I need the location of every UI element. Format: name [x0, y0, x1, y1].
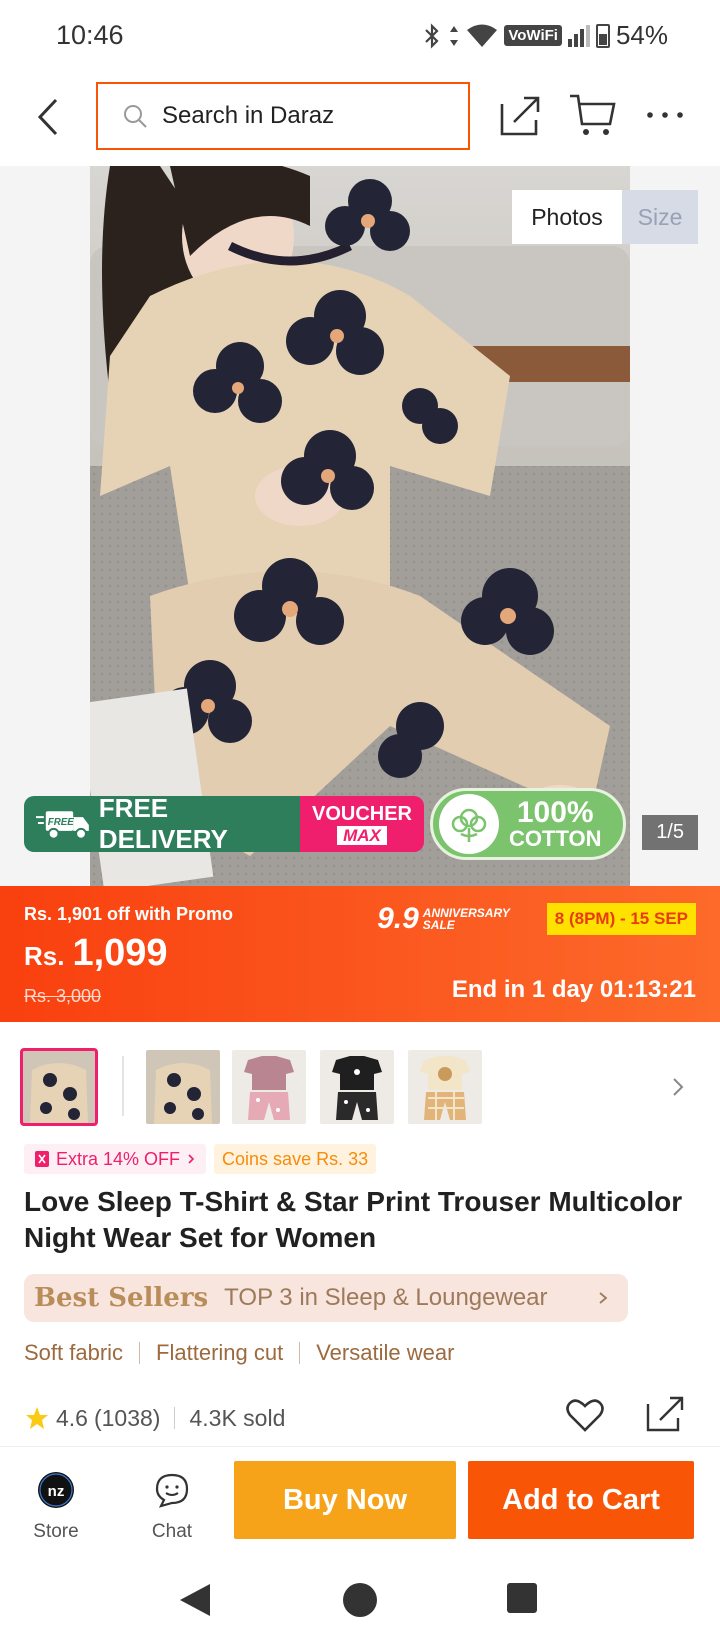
more-options-icon[interactable]: [640, 90, 690, 140]
sold-count: 4.3K sold: [189, 1404, 286, 1431]
bluetooth-icon: [425, 22, 439, 49]
system-back-icon[interactable]: [178, 1582, 212, 1618]
offer-badges: Extra 14% OFF Coins save Rs. 33: [24, 1144, 377, 1174]
bottom-action-bar: nz Store Chat Buy Now Add to Cart: [0, 1446, 720, 1562]
best-sellers-banner[interactable]: Best Sellers TOP 3 in Sleep & Loungewear: [24, 1274, 628, 1322]
store-label: Store: [33, 1521, 79, 1542]
share-icon[interactable]: [496, 90, 546, 140]
sale-number: 9.9: [377, 902, 419, 935]
buy-now-button[interactable]: Buy Now: [234, 1461, 456, 1539]
share-icon[interactable]: [644, 1392, 686, 1434]
original-price: Rs. 3,000: [24, 986, 102, 1006]
feature-tags: Soft fabric Flattering cut Versatile wea…: [24, 1340, 454, 1366]
free-tag: FREE: [48, 817, 75, 828]
store-button[interactable]: nz Store: [16, 1471, 96, 1543]
feature-tag: Soft fabric: [24, 1340, 124, 1365]
sale-dates: 8 (8PM) - 15 SEP: [546, 903, 696, 935]
system-home-icon[interactable]: [342, 1582, 378, 1618]
product-title: Love Sleep T-Shirt & Star Print Trouser …: [24, 1186, 683, 1253]
back-arrow-icon[interactable]: [28, 92, 68, 142]
extra-off-label: Extra 14% OFF: [56, 1148, 181, 1169]
promo-discount-text: Rs. 1,901 off with Promo: [24, 904, 234, 924]
variant-thumbnails: [20, 1048, 702, 1126]
cotton-badge: 100% COTTON: [430, 788, 626, 860]
chevron-right-icon: [188, 1154, 195, 1164]
delivery-truck-icon: FREE: [36, 811, 89, 840]
chevron-right-icon: [599, 1292, 608, 1304]
product-photo-illustration: [90, 166, 630, 886]
tab-photos[interactable]: Photos: [512, 190, 622, 244]
cotton-label: COTTON: [509, 826, 602, 851]
countdown: End in 1 day 01:13:21: [451, 976, 696, 1003]
rating-divider: [174, 1407, 176, 1429]
feature-tag: Versatile wear: [316, 1340, 455, 1365]
rating-row: 4.6 (1038) 4.3K sold: [24, 1396, 700, 1438]
coins-badge: Coins save Rs. 33: [214, 1144, 377, 1174]
wifi-icon: [467, 24, 498, 47]
best-sellers-rank: TOP 3 in Sleep & Loungewear: [224, 1284, 548, 1311]
chevron-right-icon[interactable]: [668, 1072, 688, 1102]
variant-thumb-2[interactable]: [146, 1050, 220, 1124]
price-currency: Rs.: [24, 941, 65, 971]
vowifi-badge: VoWiFi: [504, 25, 562, 46]
system-navigation-bar: [0, 1562, 720, 1640]
current-price: Rs. 1,099: [24, 932, 168, 975]
cart-icon[interactable]: [568, 90, 618, 140]
battery-percent: 54%: [615, 20, 668, 50]
battery-icon: [595, 23, 610, 48]
promo-banner: FREE FREE DELIVERY VOUCHER MAX 100% COTT…: [24, 788, 626, 860]
product-gallery[interactable]: Photos Size FREE FREE DELIVERY VOUCHER M…: [0, 166, 720, 886]
free-delivery-label: FREE DELIVERY: [98, 793, 228, 854]
image-counter: 1/5: [642, 815, 698, 850]
voucher-label: VOUCHER: [311, 802, 412, 825]
svg-text:nz: nz: [48, 1483, 65, 1500]
status-icons: VoWiFi 54%: [422, 20, 668, 51]
search-placeholder: Search in Daraz: [162, 102, 335, 129]
feature-divider: [139, 1342, 141, 1364]
best-sellers-title: Best Sellers: [34, 1283, 209, 1313]
extra-off-badge[interactable]: Extra 14% OFF: [24, 1144, 207, 1174]
price-amount: 1,099: [72, 932, 168, 974]
chat-label: Chat: [151, 1521, 193, 1542]
variant-thumb-1[interactable]: [20, 1048, 98, 1126]
rating-score[interactable]: 4.6: [56, 1405, 88, 1432]
heart-icon[interactable]: [564, 1394, 606, 1436]
add-to-cart-button[interactable]: Add to Cart: [468, 1461, 694, 1539]
chat-button[interactable]: Chat: [132, 1471, 212, 1543]
thumb-divider: [122, 1056, 124, 1116]
data-arrows-icon: [450, 25, 459, 46]
free-delivery-badge: FREE FREE DELIVERY: [24, 793, 300, 854]
star-icon: [26, 1407, 48, 1429]
variant-thumb-5[interactable]: [408, 1050, 482, 1124]
search-input[interactable]: Search in Daraz: [96, 82, 470, 150]
cotton-percent: 100%: [516, 796, 594, 829]
top-navigation: Search in Daraz: [0, 72, 720, 164]
sale-name: ANNIVERSARY SALE: [422, 906, 510, 932]
feature-tag: Flattering cut: [156, 1340, 284, 1365]
voucher-max-badge: VOUCHER MAX: [300, 796, 424, 852]
gallery-tabs: Photos Size: [512, 190, 698, 244]
search-icon: [124, 105, 147, 128]
chat-icon: [155, 1473, 189, 1508]
tab-size[interactable]: Size: [622, 190, 698, 244]
status-bar: 10:46 VoWiFi 54%: [0, 0, 720, 72]
voucher-icon: [35, 1151, 49, 1167]
signal-icon: [567, 24, 590, 47]
variant-thumb-3[interactable]: [232, 1050, 306, 1124]
status-time: 10:46: [56, 20, 124, 50]
store-icon: nz: [38, 1472, 74, 1508]
sale-badge: 9.9 ANNIVERSARY SALE 8 (8PM) - 15 SEP: [377, 902, 696, 936]
variant-thumb-4[interactable]: [320, 1050, 394, 1124]
cotton-flower-icon: [439, 794, 499, 854]
feature-divider: [299, 1342, 301, 1364]
price-banner: Rs. 1,901 off with Promo Rs. 1,099 Rs. 3,…: [0, 886, 720, 1022]
voucher-max-label: MAX: [337, 825, 387, 845]
product-photo: [90, 166, 630, 886]
review-count[interactable]: (1038): [94, 1405, 160, 1432]
system-recents-icon[interactable]: [506, 1582, 538, 1614]
